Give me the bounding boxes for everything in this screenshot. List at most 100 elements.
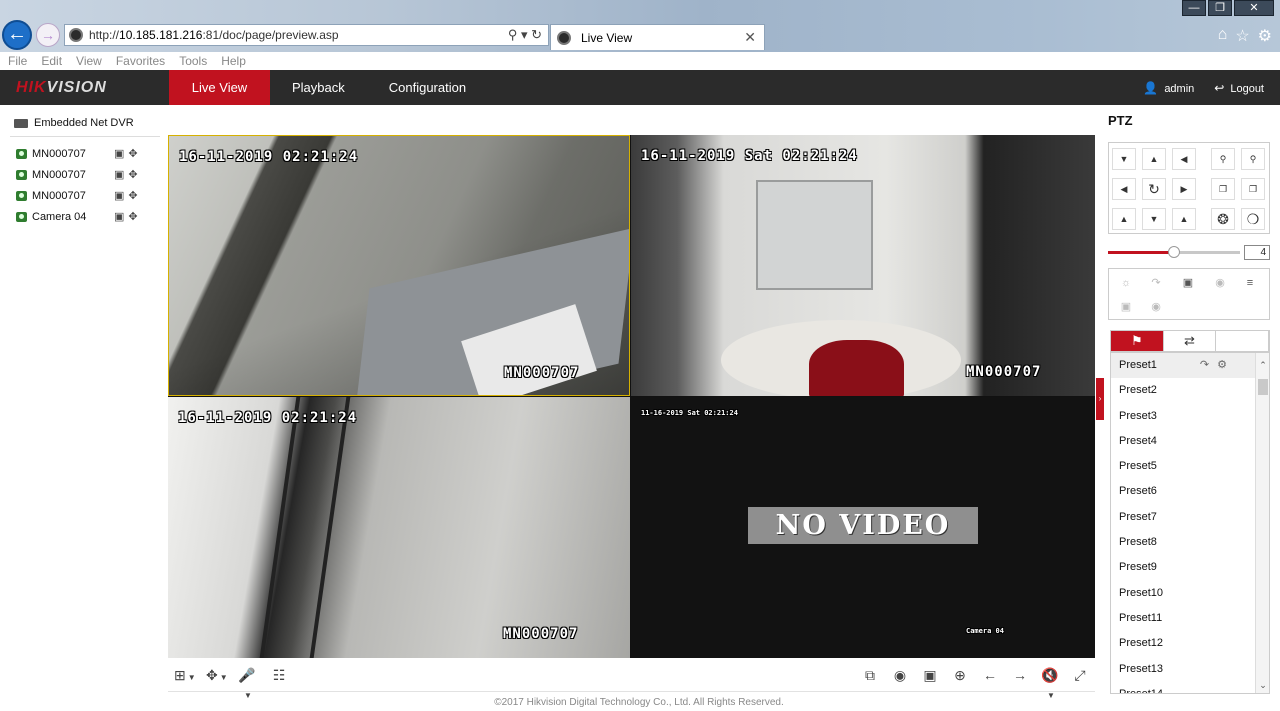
video-window-2[interactable]: 16-11-2019 Sat 02:21:24 MN000707 bbox=[631, 135, 1095, 396]
tab-preset-flag-icon[interactable]: ⚑ bbox=[1111, 331, 1164, 351]
auxiliary-focus-icon[interactable]: ▣ bbox=[1177, 273, 1199, 293]
ptz-up-left-icon[interactable]: ▼ bbox=[1112, 148, 1136, 170]
stop-all-preview-icon[interactable]: ⧉ bbox=[861, 666, 879, 684]
record-all-icon[interactable]: ▣ bbox=[921, 666, 939, 684]
scroll-up-icon[interactable]: ⌃ bbox=[1256, 357, 1269, 373]
capture-icon[interactable]: ◉ bbox=[891, 666, 909, 684]
preset-item[interactable]: Preset12 bbox=[1111, 631, 1269, 656]
wiper-icon[interactable]: ↷ bbox=[1145, 273, 1167, 293]
preset-item[interactable]: Preset14 bbox=[1111, 682, 1269, 693]
set-preset-gear-icon[interactable]: ⚙ bbox=[1217, 359, 1235, 371]
tree-camera-3[interactable]: MN000707 ▣ ✥ bbox=[10, 185, 160, 206]
close-window-icon[interactable]: ✕ bbox=[1234, 0, 1274, 16]
preset-item[interactable]: Preset6 bbox=[1111, 479, 1269, 504]
zoom-in-icon[interactable]: ⚲ bbox=[1241, 148, 1265, 170]
focus-far-icon[interactable]: ❐ bbox=[1241, 178, 1265, 200]
lens-init-icon[interactable]: ◉ bbox=[1209, 273, 1231, 293]
ptz-up-icon[interactable]: ▲ bbox=[1142, 148, 1166, 170]
panel-collapse-handle[interactable]: › bbox=[1096, 378, 1104, 420]
stream-type-icon[interactable]: ✥ ▼ bbox=[206, 666, 228, 684]
preset-item[interactable]: Preset5 bbox=[1111, 454, 1269, 479]
record-icon[interactable]: ▣ bbox=[114, 189, 124, 202]
preset-item[interactable]: Preset8 bbox=[1111, 530, 1269, 555]
tree-camera-4[interactable]: Camera 04 ▣ ✥ bbox=[10, 206, 160, 227]
auto-pan-icon[interactable]: ↻ bbox=[1142, 178, 1166, 200]
preset-item[interactable]: Preset11 bbox=[1111, 606, 1269, 631]
logout-link[interactable]: ↩ Logout bbox=[1214, 81, 1264, 95]
tab-patrol-icon[interactable]: ⇄ bbox=[1164, 331, 1217, 351]
tree-camera-2[interactable]: MN000707 ▣ ✥ bbox=[10, 164, 160, 185]
ptz-icon[interactable]: ✥ bbox=[128, 147, 137, 160]
zoom-out-icon[interactable]: ⚲ bbox=[1211, 148, 1235, 170]
forward-icon[interactable]: → bbox=[36, 23, 60, 47]
ptz-up-right-icon[interactable]: ◀ bbox=[1172, 148, 1196, 170]
preset-scrollbar[interactable]: ⌃ ⌄ bbox=[1255, 353, 1269, 693]
nav-live-view[interactable]: Live View bbox=[169, 70, 270, 105]
digital-zoom-icon[interactable]: ⊕ bbox=[951, 666, 969, 684]
menu-help[interactable]: Help bbox=[221, 54, 246, 68]
ptz-speed-value[interactable]: 4 bbox=[1244, 245, 1270, 260]
scroll-thumb[interactable] bbox=[1258, 379, 1268, 395]
record-icon[interactable]: ▣ bbox=[114, 147, 124, 160]
video-window-1[interactable]: 16-11-2019 02:21:24 MN000707 bbox=[168, 135, 630, 396]
3d-zoom-icon[interactable]: ◉ bbox=[1145, 297, 1167, 317]
home-icon[interactable]: ⌂ bbox=[1218, 26, 1228, 46]
tab-close-icon[interactable]: ✕ bbox=[744, 29, 756, 46]
nav-playback[interactable]: Playback bbox=[270, 70, 367, 105]
menu-favorites[interactable]: Favorites bbox=[116, 54, 165, 68]
user-menu[interactable]: 👤 admin bbox=[1143, 81, 1194, 95]
volume-icon[interactable]: 🔇▼ bbox=[1041, 666, 1059, 700]
slider-knob[interactable] bbox=[1168, 246, 1180, 258]
preset-item[interactable]: Preset7 bbox=[1111, 505, 1269, 530]
preset-item[interactable]: Preset10 bbox=[1111, 581, 1269, 606]
iris-open-icon[interactable]: ❍ bbox=[1241, 208, 1265, 230]
back-icon[interactable]: ← bbox=[2, 20, 32, 50]
call-preset-icon[interactable]: ↷ bbox=[1200, 359, 1217, 371]
preset-item[interactable]: Preset4 bbox=[1111, 429, 1269, 454]
ptz-icon[interactable]: ✥ bbox=[128, 210, 137, 223]
manual-track-icon[interactable]: ▣ bbox=[1115, 297, 1137, 317]
fullscreen-icon[interactable]: ⤢ bbox=[1071, 666, 1089, 684]
microphone-icon[interactable]: 🎤▼ bbox=[238, 666, 256, 700]
favorites-star-icon[interactable]: ☆ bbox=[1235, 26, 1249, 46]
menu-tools[interactable]: Tools bbox=[179, 54, 207, 68]
tree-root-dvr[interactable]: Embedded Net DVR bbox=[10, 112, 160, 134]
ptz-down-right-icon[interactable]: ▲ bbox=[1172, 208, 1196, 230]
window-layout-icon[interactable]: ⊞ ▼ bbox=[174, 666, 196, 684]
ptz-speed-slider[interactable] bbox=[1108, 246, 1240, 258]
zero-channel-icon[interactable]: ☷ bbox=[270, 666, 288, 684]
minimize-icon[interactable]: — bbox=[1182, 0, 1206, 16]
record-icon[interactable]: ▣ bbox=[114, 168, 124, 181]
ptz-down-left-icon[interactable]: ▲ bbox=[1112, 208, 1136, 230]
preset-item[interactable]: Preset13 bbox=[1111, 657, 1269, 682]
restore-icon[interactable]: ❐ bbox=[1208, 0, 1232, 16]
video-window-3[interactable]: 16-11-2019 02:21:24 MN000707 bbox=[168, 397, 630, 658]
preset-item[interactable]: Preset9 bbox=[1111, 555, 1269, 580]
scroll-down-icon[interactable]: ⌄ bbox=[1256, 677, 1269, 693]
tab-pattern[interactable] bbox=[1216, 331, 1270, 351]
ptz-right-icon[interactable]: ▶ bbox=[1172, 178, 1196, 200]
previous-page-icon[interactable]: ← bbox=[981, 666, 999, 684]
menu-file[interactable]: File bbox=[8, 54, 27, 68]
record-icon[interactable]: ▣ bbox=[114, 210, 124, 223]
address-bar[interactable]: http://10.185.181.216:81/doc/page/previe… bbox=[64, 24, 549, 46]
menu-edit[interactable]: Edit bbox=[41, 54, 62, 68]
ptz-icon[interactable]: ✥ bbox=[128, 168, 137, 181]
ptz-left-icon[interactable]: ◀ bbox=[1112, 178, 1136, 200]
preset-item[interactable]: Preset3 bbox=[1111, 404, 1269, 429]
ptz-icon[interactable]: ✥ bbox=[128, 189, 137, 202]
menu-icon[interactable]: ≡ bbox=[1239, 273, 1261, 293]
light-icon[interactable]: ☼ bbox=[1115, 273, 1137, 293]
tree-camera-1[interactable]: MN000707 ▣ ✥ bbox=[10, 143, 160, 164]
preset-item[interactable]: Preset1 ↷⚙ bbox=[1111, 353, 1269, 379]
video-window-4[interactable]: 11-16-2019 Sat 02:21:24 NO VIDEO Camera … bbox=[631, 397, 1095, 658]
preset-item[interactable]: Preset2 bbox=[1111, 378, 1269, 403]
ptz-down-icon[interactable]: ▼ bbox=[1142, 208, 1166, 230]
iris-close-icon[interactable]: ❂ bbox=[1211, 208, 1235, 230]
nav-configuration[interactable]: Configuration bbox=[367, 70, 488, 105]
focus-near-icon[interactable]: ❐ bbox=[1211, 178, 1235, 200]
browser-tab[interactable]: Live View ✕ bbox=[550, 24, 765, 50]
menu-view[interactable]: View bbox=[76, 54, 102, 68]
settings-gear-icon[interactable]: ⚙ bbox=[1258, 26, 1272, 46]
address-tools[interactable]: ⚲ ▾ ↻ bbox=[508, 27, 542, 43]
